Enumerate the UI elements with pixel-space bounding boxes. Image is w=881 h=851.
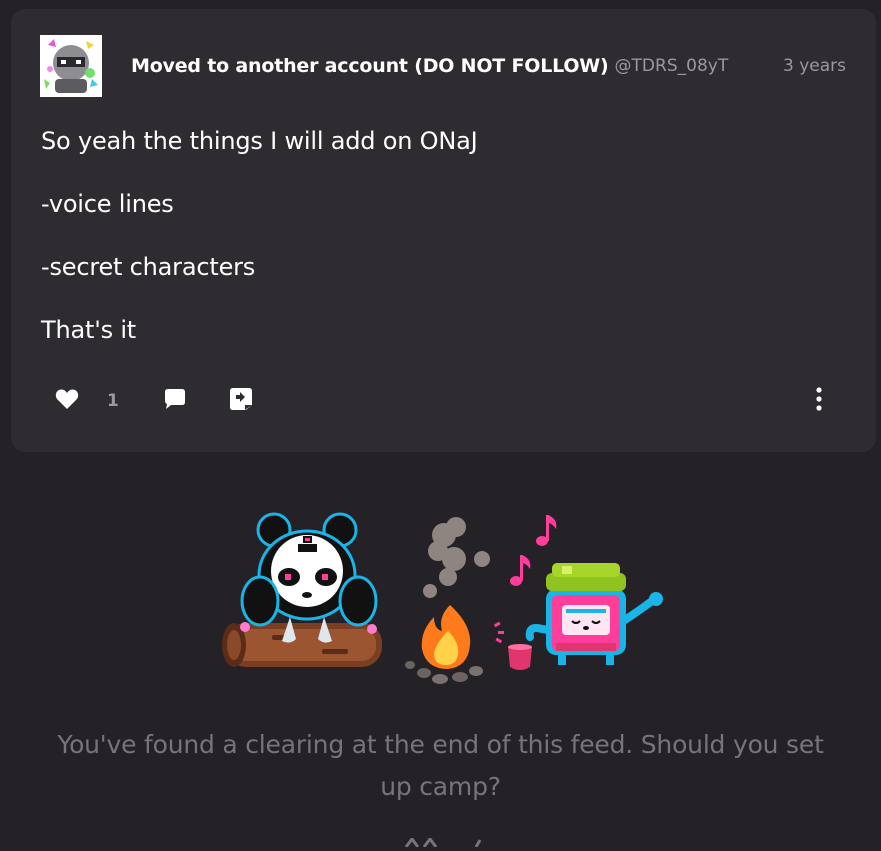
more-options-button[interactable]	[809, 387, 829, 415]
post-text-line: -voice lines	[41, 190, 174, 218]
partially-visible-content	[398, 832, 488, 848]
more-vertical-icon	[809, 386, 829, 416]
user-handle[interactable]: @TDRS_08yT	[615, 56, 729, 76]
post-body: So yeah the things I will add on ONaJ -v…	[41, 123, 841, 375]
post-timestamp[interactable]: 3 years	[783, 56, 846, 76]
post-text-line: So yeah the things I will add on ONaJ	[41, 127, 478, 155]
user-avatar[interactable]	[40, 35, 102, 97]
jam-jar-illustration	[525, 563, 663, 665]
comment-button[interactable]	[163, 387, 187, 415]
share-icon	[229, 387, 253, 415]
feed-end-message: You've found a clearing at the end of th…	[57, 730, 824, 801]
post-card: Moved to another account (DO NOT FOLLOW)…	[11, 9, 876, 452]
share-button[interactable]	[229, 387, 253, 415]
camp-scene-illustration	[212, 505, 672, 690]
like-count: 1	[107, 391, 119, 411]
heart-icon	[55, 388, 79, 414]
post-text-line: That's it	[41, 316, 136, 344]
smoke-illustration	[423, 517, 490, 598]
comment-bubble-icon	[163, 387, 187, 415]
post-header: Moved to another account (DO NOT FOLLOW)…	[131, 53, 846, 79]
cup-illustration	[508, 644, 532, 670]
campfire-illustration	[405, 605, 483, 684]
like-button[interactable]: 1	[55, 387, 119, 415]
display-name[interactable]: Moved to another account (DO NOT FOLLOW)	[131, 55, 609, 77]
post-actions: 1	[11, 383, 876, 419]
post-text-line: -secret characters	[41, 253, 256, 281]
